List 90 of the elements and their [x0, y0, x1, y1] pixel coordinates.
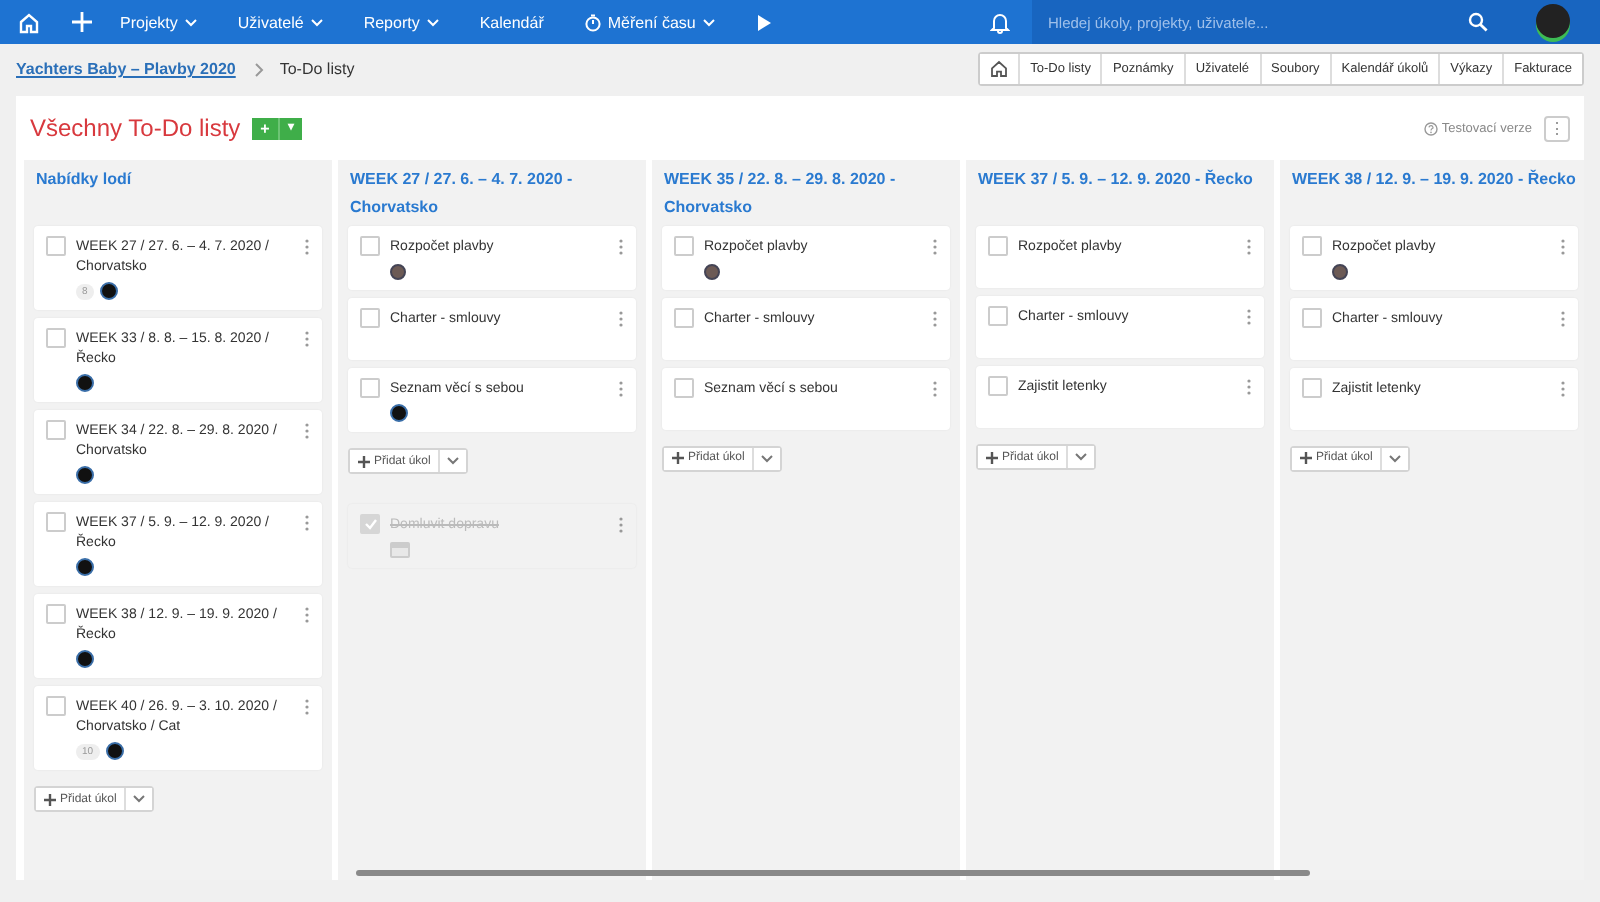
more-icon[interactable]: [304, 606, 310, 624]
project-link[interactable]: Yachters Baby – Plavby 2020: [16, 60, 236, 78]
list-title: Nabídky lodí: [34, 168, 134, 192]
more-button[interactable]: ⋮: [1544, 115, 1570, 141]
more-icon[interactable]: [618, 516, 624, 534]
task-checkbox[interactable]: [1302, 236, 1322, 256]
add-task-menu-button[interactable]: [1066, 446, 1095, 468]
user-avatar[interactable]: [1535, 4, 1569, 38]
add-icon: [672, 452, 684, 464]
caret-icon: [760, 453, 775, 463]
help-icon: [1423, 121, 1438, 135]
more-icon[interactable]: [932, 238, 938, 256]
task-checkbox[interactable]: [360, 377, 380, 397]
task-checkbox[interactable]: [674, 236, 694, 256]
add-icon: [1300, 452, 1312, 464]
home-icon[interactable]: [18, 11, 40, 33]
more-icon[interactable]: [1560, 309, 1566, 327]
more-icon[interactable]: [1246, 378, 1252, 396]
more-icon[interactable]: [304, 514, 310, 532]
more-icon[interactable]: [618, 238, 624, 256]
caret-icon: [1388, 453, 1403, 463]
caret-icon: [446, 456, 461, 466]
add-task-menu-button[interactable]: [752, 447, 781, 469]
add-task-menu-button[interactable]: [438, 450, 467, 472]
breadcrumb-current: To-Do listy: [279, 60, 355, 78]
add-task-menu-button[interactable]: [1380, 447, 1409, 469]
more-icon[interactable]: [304, 422, 310, 440]
task-checkbox[interactable]: [360, 514, 380, 534]
assignee-avatar[interactable]: [99, 282, 118, 300]
task-checkbox[interactable]: [46, 604, 66, 624]
nav-menu-item[interactable]: Reporty: [363, 13, 440, 31]
task-checkbox[interactable]: [988, 236, 1008, 256]
list-title: WEEK 27 / 27. 6. – 4. 7. 2020 - Chorvatsko: [348, 168, 575, 218]
list-title: WEEK 35 / 22. 8. – 29. 8. 2020 - Chorvatsko: [662, 168, 898, 218]
task-checkbox[interactable]: [46, 696, 66, 716]
checkmark-icon: [363, 518, 377, 530]
add-icon: [358, 455, 370, 467]
list-title: WEEK 37 / 5. 9. – 12. 9. 2020 - Řecko: [976, 167, 1255, 192]
home-icon: [990, 60, 1009, 78]
task-checkbox[interactable]: [988, 306, 1008, 326]
more-icon[interactable]: [1246, 308, 1252, 326]
chevron-right-icon: [253, 61, 264, 77]
task-checkbox[interactable]: [46, 236, 66, 256]
add-task-menu-button[interactable]: [124, 788, 153, 810]
calendar-icon: [390, 541, 410, 557]
task-checkbox[interactable]: [674, 307, 694, 327]
assignee-avatar[interactable]: [105, 742, 124, 760]
add-icon: [986, 451, 998, 463]
more-icon[interactable]: [304, 238, 310, 256]
notification-bell-icon[interactable]: [990, 11, 1010, 33]
more-icon[interactable]: [1560, 238, 1566, 256]
add-icon[interactable]: [72, 12, 92, 32]
assignee-avatar[interactable]: [76, 466, 94, 484]
assignee-avatar[interactable]: [76, 650, 94, 668]
add-icon: [44, 793, 56, 805]
nav-menu-item[interactable]: Projekty: [120, 13, 198, 31]
more-icon[interactable]: [304, 330, 310, 348]
more-icon[interactable]: [304, 698, 310, 716]
assignee-avatar[interactable]: [390, 404, 408, 422]
assignee-avatar[interactable]: [704, 263, 720, 279]
horizontal-scrollbar[interactable]: [356, 870, 1310, 876]
more-icon[interactable]: [932, 379, 938, 397]
assignee-avatar[interactable]: [390, 263, 406, 279]
task-checkbox[interactable]: [360, 307, 380, 327]
list-title: WEEK 38 / 12. 9. – 19. 9. 2020 - Řecko: [1290, 167, 1578, 192]
task-checkbox[interactable]: [360, 236, 380, 256]
task-checkbox[interactable]: [46, 512, 66, 532]
play-icon[interactable]: [755, 13, 772, 31]
task-checkbox[interactable]: [46, 420, 66, 440]
assignee-avatar[interactable]: [1332, 263, 1348, 279]
more-icon[interactable]: [932, 309, 938, 327]
nav-menu-item[interactable]: Měření času: [583, 13, 716, 31]
nav-menu-item[interactable]: Kalendář: [479, 13, 544, 31]
more-icon[interactable]: [1560, 379, 1566, 397]
page-title: Všechny To-Do listy: [30, 114, 241, 142]
more-icon[interactable]: [618, 379, 624, 397]
task-checkbox[interactable]: [1302, 307, 1322, 327]
stopwatch-icon: [583, 13, 602, 31]
search-icon[interactable]: [1468, 12, 1488, 32]
task-checkbox[interactable]: [46, 328, 66, 348]
task-checkbox[interactable]: [988, 376, 1008, 396]
more-icon[interactable]: [1246, 238, 1252, 256]
task-checkbox[interactable]: [674, 377, 694, 397]
caret-icon: [1074, 452, 1089, 462]
task-checkbox[interactable]: [1302, 377, 1322, 397]
assignee-avatar[interactable]: [76, 558, 94, 576]
more-icon[interactable]: [618, 309, 624, 327]
caret-icon: [132, 794, 147, 804]
nav-menu-item[interactable]: Uživatelé: [237, 13, 324, 31]
assignee-avatar[interactable]: [76, 374, 94, 392]
